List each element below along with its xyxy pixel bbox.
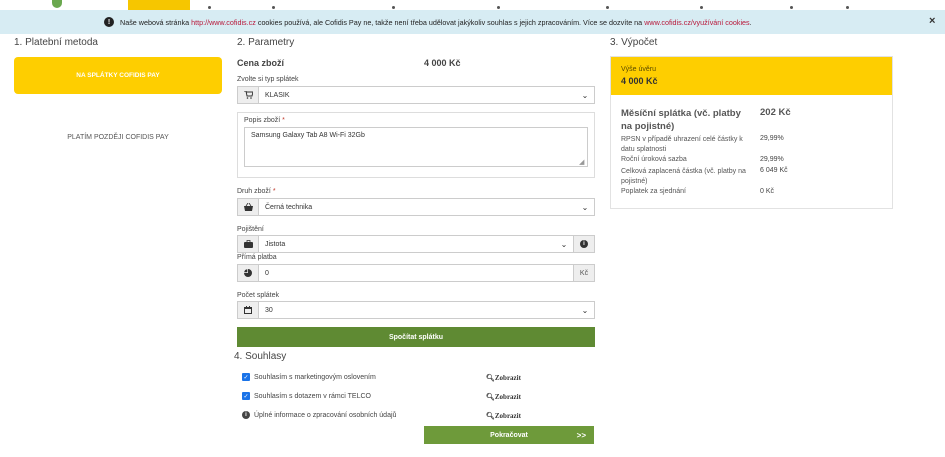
description-label: Popis zboží * (244, 117, 285, 124)
calendar-icon (238, 302, 259, 318)
continue-label: Pokračovat (490, 431, 528, 439)
calculate-button[interactable]: Spočítat splátku (237, 327, 595, 347)
summary-row-label: Celková zaplacená částka (vč. platby na … (621, 168, 746, 185)
chevron-down-icon: ⌄ (560, 239, 568, 249)
loan-amount-value: 4 000 Kč (621, 76, 658, 86)
description-textarea[interactable]: Samsung Galaxy Tab A8 Wi-Fi 32Gb (244, 127, 588, 167)
monthly-installment-value: 202 Kč (760, 107, 791, 118)
cookie-link-policy[interactable]: www.cofidis.cz/využívání cookies (644, 18, 749, 27)
currency-addon: Kč (573, 265, 594, 281)
direct-payment-label: Přímá platba (237, 254, 277, 261)
summary-row-label: Poplatek za sjednání (621, 188, 686, 195)
telco-consent-checkbox[interactable]: ✓ (242, 392, 250, 400)
goods-kind-label: Druh zboží * (237, 188, 276, 195)
nav-dot (606, 6, 609, 9)
nav-dot (700, 6, 703, 9)
chevron-down-icon: ⌄ (581, 202, 589, 212)
zoom-icon: 🔍︎ (486, 412, 495, 420)
summary-row-value: 29,99% (760, 135, 784, 142)
resize-handle-icon[interactable]: ◢ (579, 158, 584, 166)
installment-count-value: 30 (265, 306, 273, 314)
info-icon: ! (104, 17, 114, 27)
summary-row-label: Roční úroková sazba (621, 156, 687, 163)
direct-payment-input[interactable]: 0 Kč (237, 264, 595, 282)
installment-type-label: Zvolte si typ splátek (237, 76, 299, 83)
close-icon[interactable]: × (929, 15, 935, 27)
pie-chart-icon (238, 265, 259, 281)
show-privacy-info-link[interactable]: 🔍︎Zobrazit (486, 412, 521, 420)
goods-kind-select[interactable]: Černá technika ⌄ (237, 198, 595, 216)
installment-type-value: KLASIK (265, 91, 290, 99)
continue-button[interactable]: Pokračovat >> (424, 426, 594, 444)
insurance-value: Jistota (265, 240, 286, 248)
header-tab[interactable] (128, 0, 190, 10)
telco-consent-label: Souhlasím s dotazem v rámci TELCO (254, 393, 371, 400)
direct-payment-value: 0 (265, 269, 269, 277)
summary-row-value: 29,99% (760, 156, 784, 163)
pay-later-option[interactable]: PLATÍM POZDĚJI COFIDIS PAY (14, 134, 222, 141)
zoom-icon: 🔍︎ (486, 374, 495, 382)
price-value: 4 000 Kč (424, 58, 461, 68)
chevron-down-icon: ⌄ (581, 90, 589, 100)
basket-icon (238, 199, 259, 215)
summary-row-value: 0 Kč (760, 188, 775, 195)
cofidis-pay-installments-button[interactable]: NA SPLÁTKY COFIDIS PAY (14, 57, 222, 94)
installment-type-select[interactable]: KLASIK ⌄ (237, 86, 595, 104)
marketing-consent-label: Souhlasím s marketingovým oslovením (254, 374, 376, 381)
double-chevron-right-icon: >> (576, 430, 586, 440)
privacy-info-label: Úplné informace o zpracování osobních úd… (254, 412, 397, 419)
show-marketing-consent-link[interactable]: 🔍︎Zobrazit (486, 374, 521, 382)
consents-section-title: 4. Souhlasy (234, 351, 287, 362)
payment-section-title: 1. Platební metoda (14, 37, 98, 48)
info-icon[interactable]: i (573, 236, 594, 252)
briefcase-icon (238, 236, 259, 252)
installment-count-select[interactable]: 30 ⌄ (237, 301, 595, 319)
summary-row-label: RPSN v případě uhrazení celé částky k da… (621, 136, 743, 153)
show-telco-consent-link[interactable]: 🔍︎Zobrazit (486, 393, 521, 401)
summary-section-title: 3. Výpočet (610, 37, 658, 48)
goods-kind-value: Černá technika (265, 203, 313, 211)
info-icon: i (242, 411, 250, 419)
nav-dot (392, 6, 395, 9)
loan-amount-label: Výše úvěru (621, 66, 657, 73)
cookie-link-cofidis[interactable]: http://www.cofidis.cz (191, 18, 256, 27)
nav-dot (272, 6, 275, 9)
nav-dot (846, 6, 849, 9)
chevron-down-icon: ⌄ (581, 305, 589, 315)
nav-dot (790, 6, 793, 9)
cookie-bar: ! Naše webová stránka http://www.cofidis… (0, 10, 945, 34)
cookie-text: Naše webová stránka http://www.cofidis.c… (120, 17, 752, 27)
zoom-icon: 🔍︎ (486, 393, 495, 401)
cart-icon (238, 87, 259, 103)
installment-count-label: Počet splátek (237, 292, 280, 299)
nav-dot (497, 6, 500, 9)
insurance-select[interactable]: Jistota ⌄ i (237, 235, 595, 253)
nav-dot (208, 6, 211, 9)
marketing-consent-checkbox[interactable]: ✓ (242, 373, 250, 381)
params-section-title: 2. Parametry (237, 37, 295, 48)
monthly-installment-label: Měsíční splátka (vč. platby na pojistné) (621, 108, 741, 132)
summary-row-value: 6 049 Kč (760, 167, 788, 174)
insurance-label: Pojištění (237, 226, 264, 233)
price-label: Cena zboží (237, 58, 285, 68)
